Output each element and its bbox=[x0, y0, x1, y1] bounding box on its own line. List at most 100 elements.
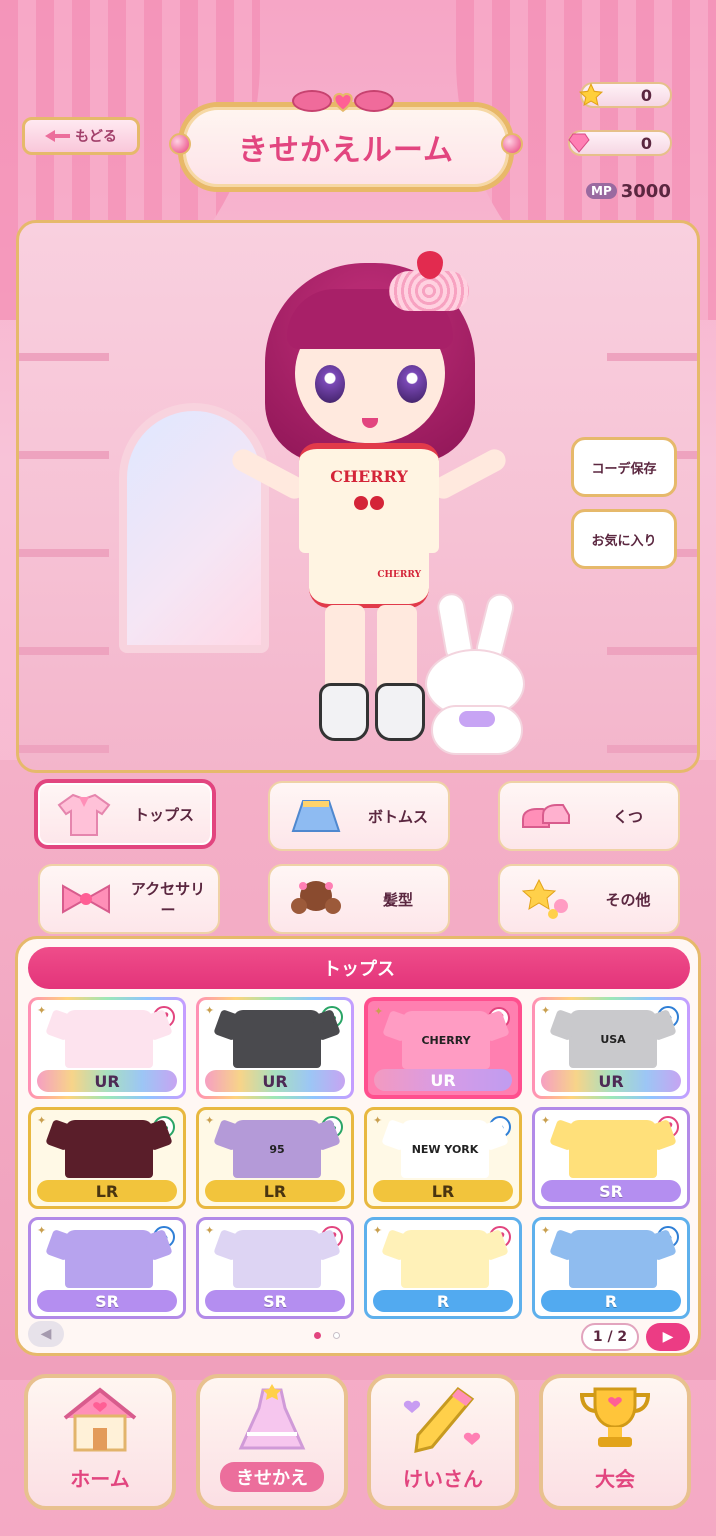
top-thumbnail bbox=[401, 1230, 489, 1288]
item-card[interactable]: ✦♠USAUR bbox=[532, 997, 690, 1099]
back-button-label: もどる bbox=[75, 129, 117, 145]
category-tops[interactable]: トップス bbox=[34, 779, 216, 849]
category-other[interactable]: その他 bbox=[498, 864, 680, 934]
sparkle-icon: ✦ bbox=[373, 1114, 383, 1127]
diamond-icon bbox=[564, 128, 594, 158]
page-title: きせかえルーム bbox=[237, 133, 455, 168]
house-icon bbox=[54, 1383, 146, 1455]
vanity-mirror bbox=[119, 403, 269, 653]
back-button[interactable]: もどる bbox=[22, 117, 140, 155]
prev-page-button[interactable]: ◀ bbox=[28, 1321, 64, 1347]
page-dot bbox=[333, 1332, 340, 1339]
item-panel: トップス ✦♥UR✦♣UR✦♥CHERRYUR✦♠USAUR✦♣LR✦♣95LR… bbox=[15, 936, 701, 1356]
shelf-left bbox=[19, 263, 109, 763]
bow-icon bbox=[54, 873, 118, 925]
bunny-plush bbox=[411, 590, 541, 755]
rarity-badge: LR bbox=[37, 1180, 177, 1202]
sparkle-icon: ✦ bbox=[37, 1114, 47, 1127]
gem-count: 0 bbox=[640, 133, 652, 153]
strawberry-cake-accessory bbox=[389, 251, 469, 311]
item-card[interactable]: ✦♥CHERRYUR bbox=[364, 997, 522, 1099]
sparkle-icon: ✦ bbox=[374, 1005, 384, 1018]
star-icon bbox=[514, 873, 578, 925]
page-dots bbox=[314, 1332, 340, 1339]
sparkle-icon: ✦ bbox=[205, 1114, 215, 1127]
item-card[interactable]: ✦♠SR bbox=[28, 1217, 186, 1319]
next-page-button[interactable]: ▶ bbox=[646, 1323, 690, 1351]
rarity-badge: R bbox=[373, 1290, 513, 1312]
gem-icon bbox=[501, 133, 523, 155]
top-thumbnail bbox=[569, 1120, 657, 1178]
sparkle-icon: ✦ bbox=[373, 1224, 383, 1237]
item-card[interactable]: ✦♥SR bbox=[196, 1217, 354, 1319]
heart-icon bbox=[333, 92, 353, 113]
item-card[interactable]: ✦♥UR bbox=[28, 997, 186, 1099]
top-thumbnail bbox=[65, 1010, 153, 1068]
sparkle-icon: ✦ bbox=[37, 1224, 47, 1237]
category-shoes[interactable]: くつ bbox=[498, 781, 680, 851]
rarity-badge: LR bbox=[205, 1180, 345, 1202]
item-card[interactable]: ✦♠NEW YORKLR bbox=[364, 1107, 522, 1209]
skirt-icon bbox=[284, 790, 348, 842]
sparkle-icon: ✦ bbox=[541, 1004, 551, 1017]
category-bottoms[interactable]: ボトムス bbox=[268, 781, 450, 851]
mp-counter: MP 3000 bbox=[586, 178, 671, 204]
rarity-badge: SR bbox=[37, 1290, 177, 1312]
sparkle-icon: ✦ bbox=[541, 1114, 551, 1127]
save-outfit-button[interactable]: コーデ保存 bbox=[571, 437, 677, 497]
top-icon bbox=[52, 788, 116, 840]
star-counter: 0 bbox=[578, 82, 672, 108]
nav-home[interactable]: ホーム bbox=[24, 1374, 176, 1510]
sparkle-icon: ✦ bbox=[541, 1224, 551, 1237]
top-thumbnail: NEW YORK bbox=[401, 1120, 489, 1178]
title-bow bbox=[288, 84, 398, 120]
rarity-badge: R bbox=[541, 1290, 681, 1312]
rarity-badge: UR bbox=[37, 1070, 177, 1092]
top-thumbnail: CHERRY bbox=[402, 1011, 490, 1069]
category-accessory[interactable]: アクセサリー bbox=[38, 864, 220, 934]
sparkle-icon: ✦ bbox=[37, 1004, 47, 1017]
nav-tournament[interactable]: 大会 bbox=[539, 1374, 691, 1510]
star-count: 0 bbox=[640, 85, 652, 105]
panel-title: トップス bbox=[28, 947, 690, 989]
top-thumbnail bbox=[233, 1010, 321, 1068]
rarity-badge: UR bbox=[205, 1070, 345, 1092]
pencil-icon bbox=[397, 1383, 489, 1455]
category-hairstyle[interactable]: 髪型 bbox=[268, 864, 450, 934]
shirt-logo: CHERRY bbox=[330, 467, 408, 486]
gem-counter: 0 bbox=[568, 130, 672, 156]
page-indicator: 1 / 2 bbox=[581, 1323, 639, 1351]
trophy-icon bbox=[569, 1383, 661, 1455]
item-card[interactable]: ✦♥SR bbox=[532, 1107, 690, 1209]
item-card[interactable]: ✦♣LR bbox=[28, 1107, 186, 1209]
rarity-badge: LR bbox=[373, 1180, 513, 1202]
gem-icon bbox=[169, 133, 191, 155]
favorite-button[interactable]: お気に入り bbox=[571, 509, 677, 569]
rarity-badge: UR bbox=[374, 1069, 512, 1091]
item-card[interactable]: ✦♠R bbox=[532, 1217, 690, 1319]
hair-icon bbox=[284, 873, 348, 925]
item-card[interactable]: ✦♣UR bbox=[196, 997, 354, 1099]
shorts-logo: CHERRY bbox=[377, 570, 421, 580]
top-thumbnail: USA bbox=[569, 1010, 657, 1068]
top-thumbnail bbox=[65, 1230, 153, 1288]
rarity-badge: SR bbox=[205, 1290, 345, 1312]
nav-dressup[interactable]: きせかえ bbox=[196, 1374, 348, 1510]
top-thumbnail: 95 bbox=[233, 1120, 321, 1178]
page-dot bbox=[314, 1332, 321, 1339]
top-thumbnail bbox=[65, 1120, 153, 1178]
mp-value: 3000 bbox=[620, 180, 671, 202]
nav-calculation[interactable]: けいさん bbox=[367, 1374, 519, 1510]
mp-label: MP bbox=[586, 183, 617, 199]
rarity-badge: SR bbox=[541, 1180, 681, 1202]
item-card[interactable]: ✦♥R bbox=[364, 1217, 522, 1319]
dress-icon bbox=[226, 1382, 318, 1454]
top-thumbnail bbox=[233, 1230, 321, 1288]
item-card[interactable]: ✦♣95LR bbox=[196, 1107, 354, 1209]
top-print-text: USA bbox=[600, 1032, 626, 1046]
top-print-text: CHERRY bbox=[421, 1033, 471, 1047]
top-thumbnail bbox=[569, 1230, 657, 1288]
top-print-text: NEW YORK bbox=[411, 1142, 479, 1156]
sparkle-icon: ✦ bbox=[205, 1224, 215, 1237]
star-icon bbox=[576, 80, 606, 110]
